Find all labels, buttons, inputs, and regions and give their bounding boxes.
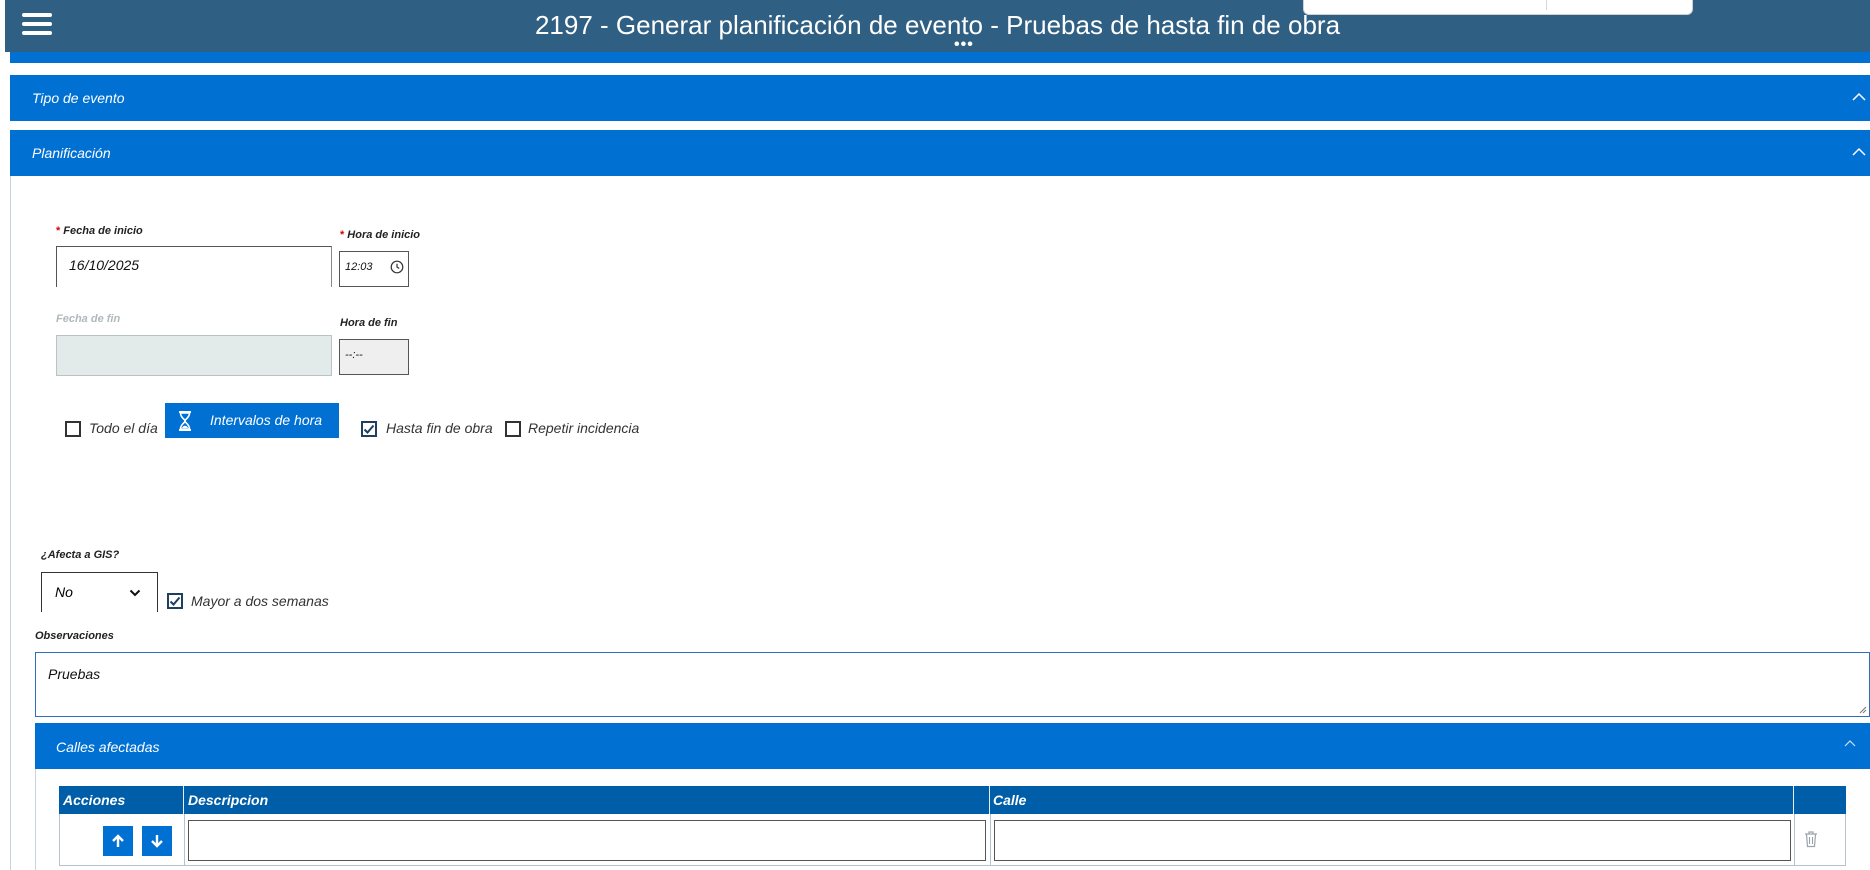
hora-inicio-label-text: Hora de inicio — [347, 229, 421, 241]
move-down-button[interactable] — [142, 826, 172, 856]
todo-el-dia-label: Todo el día — [89, 420, 158, 436]
section-border — [10, 176, 11, 870]
trash-icon[interactable] — [1803, 830, 1819, 848]
hora-inicio-input[interactable]: 12:03 — [339, 251, 409, 287]
fecha-inicio-label: * Fecha de inicio — [56, 225, 143, 237]
afecta-gis-select[interactable]: No — [41, 572, 158, 612]
required-marker: * — [56, 225, 61, 237]
observaciones-label: Observaciones — [35, 630, 114, 642]
fecha-inicio-value: 16/10/2025 — [69, 257, 140, 273]
checkmark-icon — [169, 596, 181, 606]
app-header: 2197 - Generar planificación de evento -… — [5, 0, 1870, 53]
hora-inicio-value: 12:03 — [345, 261, 373, 273]
hora-fin-label: Hora de fin — [340, 317, 398, 329]
accordion-planificacion[interactable]: Planificación — [10, 130, 1870, 176]
accordion-label: Tipo de evento — [32, 90, 125, 106]
chevron-up-icon — [1852, 89, 1866, 105]
hora-fin-value: --:-- — [345, 349, 363, 361]
mayor-dos-semanas-checkbox[interactable] — [167, 593, 183, 609]
resize-grip-icon[interactable] — [1859, 706, 1867, 714]
accordion-tipo-evento[interactable]: Tipo de evento — [10, 75, 1870, 121]
accordion-calles-afectadas[interactable]: Calles afectadas — [35, 723, 1870, 769]
move-up-button[interactable] — [103, 826, 133, 856]
column-divider — [1793, 786, 1794, 814]
arrow-down-icon — [151, 835, 163, 848]
chevron-up-icon — [1844, 736, 1856, 752]
column-divider — [1794, 814, 1795, 866]
fecha-inicio-label-text: Fecha de inicio — [63, 225, 143, 237]
fecha-fin-label: Fecha de fin — [56, 313, 121, 325]
clock-icon[interactable] — [390, 260, 404, 274]
hora-fin-input[interactable]: --:-- — [339, 339, 409, 375]
floating-panel-edge — [1303, 0, 1693, 15]
descripcion-input[interactable] — [188, 820, 986, 861]
column-divider — [989, 786, 990, 814]
intervalos-button-label: Intervalos de hora — [210, 412, 323, 428]
calle-input[interactable] — [994, 820, 1791, 861]
chevron-up-icon — [1852, 144, 1866, 160]
hora-inicio-label: * Hora de inicio — [340, 229, 420, 241]
table-row — [59, 814, 1846, 866]
accordion-label: Calles afectadas — [56, 739, 160, 755]
repetir-incidencia-label: Repetir incidencia — [528, 420, 640, 436]
column-header-descripcion: Descripcion — [188, 792, 269, 808]
todo-el-dia-checkbox[interactable] — [65, 421, 81, 437]
column-header-calle: Calle — [993, 792, 1027, 808]
hasta-fin-obra-checkbox[interactable] — [361, 421, 377, 437]
afecta-gis-value: No — [55, 584, 73, 600]
column-divider — [990, 814, 991, 866]
fecha-inicio-input[interactable]: 16/10/2025 — [56, 246, 332, 287]
checkmark-icon — [363, 424, 375, 434]
hourglass-icon — [179, 411, 191, 431]
observaciones-textarea[interactable]: Pruebas — [35, 652, 1870, 717]
column-divider — [183, 786, 184, 814]
arrow-up-icon — [112, 834, 124, 847]
observaciones-value: Pruebas — [48, 666, 101, 682]
intervalos-de-hora-button[interactable]: Intervalos de hora — [165, 403, 339, 438]
chevron-down-icon — [129, 589, 141, 597]
accordion-label: Planificación — [32, 145, 111, 161]
header-accent-strip — [10, 52, 1870, 63]
table-header: Acciones Descripcion Calle — [59, 786, 1846, 814]
column-header-acciones: Acciones — [63, 792, 126, 808]
ellipsis-icon[interactable]: ••• — [954, 37, 974, 53]
hasta-fin-obra-label: Hasta fin de obra — [386, 420, 493, 436]
repetir-incidencia-checkbox[interactable] — [505, 421, 521, 437]
mayor-dos-semanas-label: Mayor a dos semanas — [191, 593, 329, 609]
column-divider — [184, 814, 185, 866]
fecha-fin-input — [56, 335, 332, 376]
required-marker: * — [340, 229, 345, 241]
afecta-gis-label: ¿Afecta a GIS? — [41, 549, 120, 561]
